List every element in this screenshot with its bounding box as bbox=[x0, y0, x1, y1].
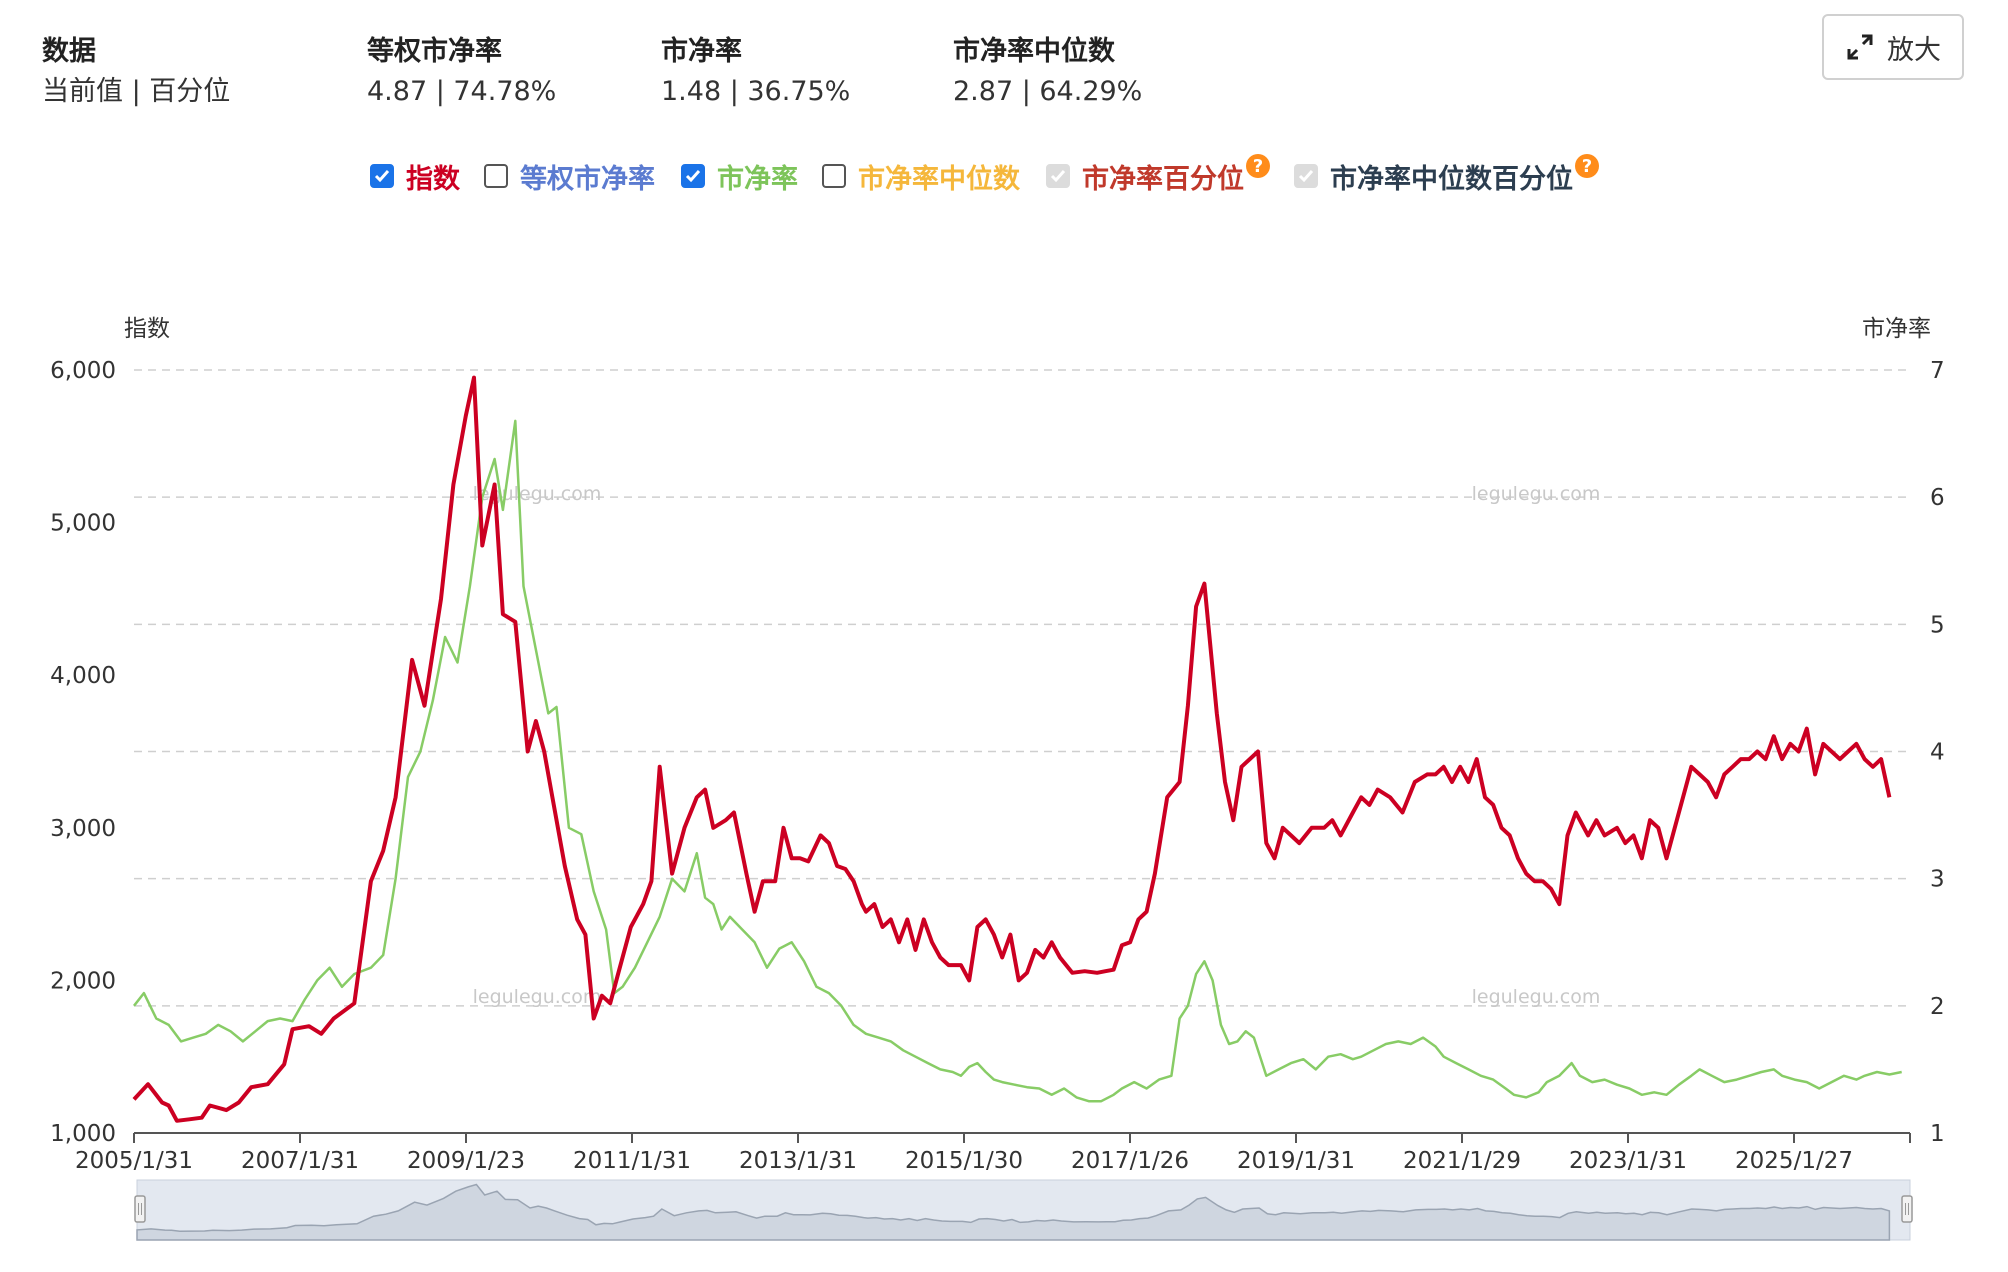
x-tick-label: 2017/1/26 bbox=[1071, 1148, 1189, 1174]
x-tick-label: 2011/1/31 bbox=[573, 1148, 691, 1174]
y-right-tick-label: 5 bbox=[1930, 612, 1945, 638]
y-left-tick-label: 1,000 bbox=[50, 1121, 116, 1147]
x-tick-label: 2009/1/23 bbox=[407, 1148, 525, 1174]
navigator-handle-right[interactable] bbox=[1901, 1195, 1913, 1223]
watermark: legulegu.com bbox=[1472, 986, 1601, 1008]
x-tick-label: 2013/1/31 bbox=[739, 1148, 857, 1174]
navigator-handle-left[interactable] bbox=[134, 1195, 146, 1223]
y-right-tick-label: 3 bbox=[1930, 867, 1945, 893]
x-tick-label: 2005/1/31 bbox=[75, 1148, 193, 1174]
x-tick-label: 2015/1/30 bbox=[905, 1148, 1023, 1174]
y-left-tick-label: 3,000 bbox=[50, 816, 116, 842]
y-right-axis-title: 市净率 bbox=[1862, 316, 1931, 342]
y-left-tick-label: 4,000 bbox=[50, 663, 116, 689]
y-right-tick-label: 1 bbox=[1930, 1121, 1945, 1147]
line-chart: 1 2 3 4 5 6 7 1,000 2,000 3,000 4,000 5,000 6,000 指数 市… bbox=[50, 316, 1945, 1241]
handle-grip bbox=[134, 1195, 146, 1223]
watermark: legulegu.com bbox=[473, 986, 602, 1008]
x-tick-label: 2025/1/27 bbox=[1735, 1148, 1853, 1174]
x-tick-label: 2021/1/29 bbox=[1403, 1148, 1521, 1174]
y-right-tick-label: 4 bbox=[1930, 740, 1945, 766]
y-right-tick-label: 6 bbox=[1930, 485, 1945, 511]
x-tick-label: 2023/1/31 bbox=[1569, 1148, 1687, 1174]
y-left-tick-label: 6,000 bbox=[50, 358, 116, 384]
handle-grip bbox=[1901, 1195, 1913, 1223]
y-right-tick-label: 7 bbox=[1930, 358, 1945, 384]
x-tick-label: 2019/1/31 bbox=[1237, 1148, 1355, 1174]
watermark: legulegu.com bbox=[1472, 483, 1601, 505]
y-left-tick-label: 2,000 bbox=[50, 968, 116, 994]
y-right-tick-label: 2 bbox=[1930, 994, 1945, 1020]
x-tick-label: 2007/1/31 bbox=[241, 1148, 359, 1174]
y-left-axis-title: 指数 bbox=[124, 316, 170, 342]
series-line-index bbox=[132, 375, 1892, 1123]
chart-widget: 数据 当前值 | 百分位 等权市净率 4.87 | 74.78% 市净率 1.4… bbox=[0, 0, 2008, 1272]
y-left-tick-label: 5,000 bbox=[50, 511, 116, 537]
